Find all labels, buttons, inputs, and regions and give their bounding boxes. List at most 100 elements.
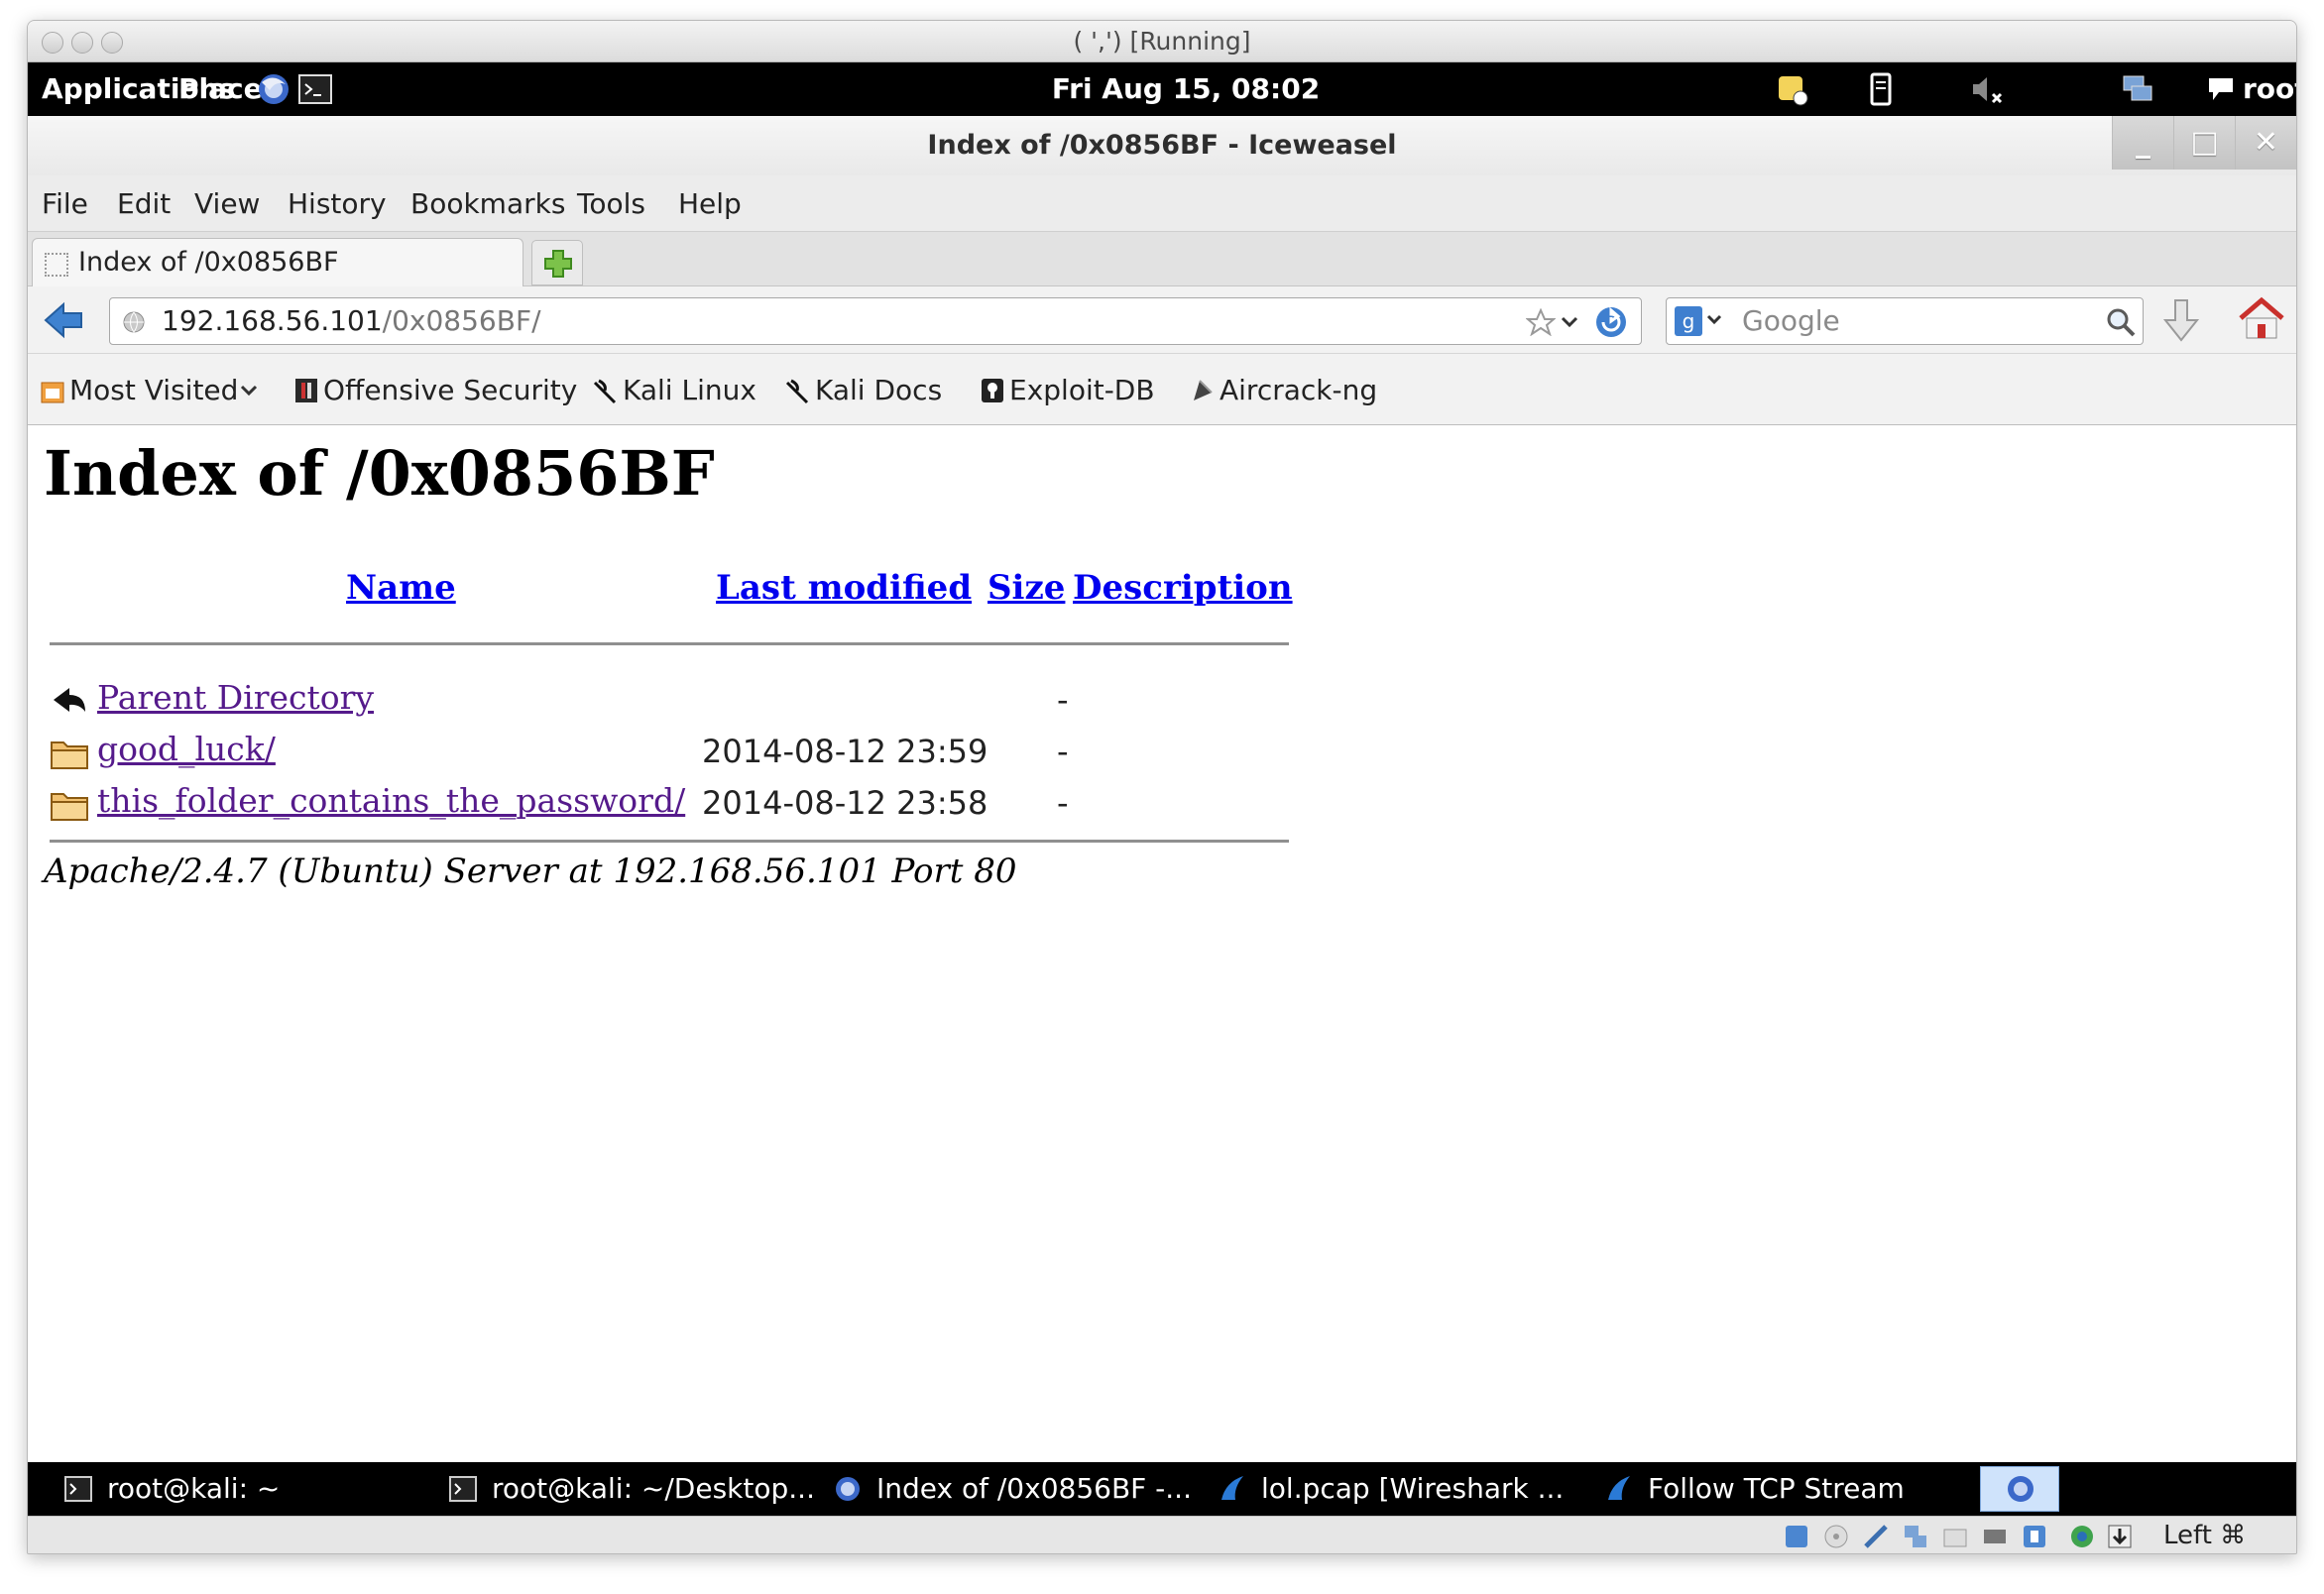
terminal-icon (64, 1476, 92, 1502)
menu-bar: File Edit View History Bookmarks Tools H… (28, 175, 2296, 231)
bookmark-offensive-security[interactable]: Offensive Security (293, 374, 577, 406)
chat-icon[interactable] (2205, 72, 2237, 106)
network-icon[interactable] (2120, 72, 2155, 106)
column-header-size[interactable]: Size (988, 568, 1065, 608)
terminal-launcher-icon[interactable] (297, 72, 333, 106)
optical-drive-icon[interactable] (1822, 1523, 1850, 1550)
menu-history[interactable]: History (288, 187, 387, 220)
search-engine-google-icon[interactable]: g (1673, 304, 1724, 338)
taskbar-item-terminal-home[interactable]: root@kali: ~ (63, 1462, 280, 1516)
menu-edit[interactable]: Edit (117, 187, 171, 220)
search-icon[interactable] (2105, 306, 2137, 338)
table-row-good-luck-link[interactable]: good_luck/ (97, 730, 276, 768)
new-tab-button[interactable] (531, 240, 583, 285)
table-row-modified: 2014-08-12 23:58 (702, 784, 988, 822)
bookmark-exploit-db[interactable]: Exploit-DB (980, 374, 1155, 406)
zoom-traffic-light[interactable] (101, 32, 123, 54)
table-row-password-folder-link[interactable]: this_folder_contains_the_password/ (97, 781, 685, 820)
column-header-description[interactable]: Description (1073, 568, 1293, 608)
iceweasel-icon (836, 1477, 860, 1501)
back-arrow-icon[interactable] (42, 300, 85, 340)
taskbar-label: Index of /0x0856BF -... (876, 1472, 1192, 1505)
bookmark-label: Aircrack-ng (1220, 374, 1378, 406)
offsec-icon (295, 378, 317, 402)
menu-help[interactable]: Help (678, 187, 742, 220)
capture-icon[interactable] (2021, 1523, 2048, 1550)
exploitdb-icon (982, 378, 1003, 402)
menu-file[interactable]: File (42, 187, 88, 220)
mouse-integration-icon[interactable] (2106, 1523, 2134, 1550)
browser-titlebar: Index of /0x0856BF - Iceweasel _ □ ✕ (28, 116, 2296, 175)
display-icon[interactable] (1981, 1523, 2009, 1550)
taskbar-item-follow-tcp-stream[interactable]: Follow TCP Stream (1604, 1462, 1905, 1516)
taskbar-item-iceweasel[interactable]: Index of /0x0856BF -... (833, 1462, 1192, 1516)
user-menu[interactable]: root (2243, 62, 2296, 116)
network-adapter-icon[interactable] (1902, 1523, 1929, 1550)
tab-index[interactable]: Index of /0x0856BF (32, 238, 523, 288)
tab-strip: Index of /0x0856BF (28, 231, 2296, 288)
table-rule-top (50, 642, 1289, 645)
aircrack-icon (1194, 379, 1213, 400)
guest-additions-icon[interactable] (2068, 1523, 2096, 1550)
folder-icon (51, 741, 88, 769)
iceweasel-icon (2008, 1476, 2034, 1502)
hard-disk-icon[interactable] (1783, 1523, 1810, 1550)
bookmark-aircrack-ng[interactable]: Aircrack-ng (1190, 374, 1377, 406)
search-input[interactable]: g Google (1666, 297, 2144, 345)
reload-icon[interactable] (1593, 304, 1629, 340)
maximize-button[interactable]: □ (2173, 116, 2235, 170)
globe-icon[interactable] (122, 310, 146, 334)
taskbar-item-terminal-desktop[interactable]: root@kali: ~/Desktop... (448, 1462, 815, 1516)
chevron-down-icon (241, 385, 258, 396)
blank-page-icon (45, 253, 68, 277)
table-row-size: - (1057, 784, 1069, 822)
table-rule-bottom (50, 840, 1289, 843)
minimize-traffic-light[interactable] (71, 32, 93, 54)
clipboard-icon[interactable] (1864, 72, 1900, 106)
most-visited-icon (41, 382, 64, 402)
shared-folder-icon[interactable] (1941, 1523, 1969, 1550)
page-content: Index of /0x0856BF Name Last modified Si… (28, 425, 2296, 1442)
bookmark-label: Kali Docs (815, 374, 943, 406)
gnome-taskbar: root@kali: ~ root@kali: ~/Desktop... Ind… (28, 1462, 2296, 1516)
url-bar[interactable]: 192.168.56.101/0x0856BF/ (109, 297, 1642, 345)
bookmark-kali-docs[interactable]: Kali Docs (785, 374, 942, 406)
navigation-toolbar: 192.168.56.101/0x0856BF/ g Google (28, 286, 2296, 354)
menu-view[interactable]: View (194, 187, 260, 220)
kali-icon (593, 379, 617, 403)
iceweasel-launcher-icon[interactable] (256, 72, 291, 106)
bookmark-most-visited[interactable]: Most Visited (40, 374, 260, 406)
url-host: 192.168.56.101 (162, 304, 383, 337)
taskbar-label: Follow TCP Stream (1648, 1472, 1905, 1505)
bookmark-kali-linux[interactable]: Kali Linux (593, 374, 756, 406)
column-header-last-modified[interactable]: Last modified (716, 568, 972, 608)
vbox-status-bar: Left ⌘ (28, 1516, 2296, 1553)
close-button[interactable]: ✕ (2235, 116, 2296, 170)
table-row-size: - (1057, 681, 1069, 719)
page-title: Index of /0x0856BF (44, 437, 715, 510)
url-path: /0x0856BF/ (382, 304, 541, 337)
table-row-parent-directory-link[interactable]: Parent Directory (97, 678, 374, 717)
tab-title: Index of /0x0856BF (78, 247, 339, 278)
bookmarks-toolbar: Most Visited Offensive Security Kali Lin… (28, 354, 2296, 425)
column-header-name[interactable]: Name (346, 568, 456, 608)
home-icon[interactable] (2237, 296, 2286, 342)
bookmark-label: Exploit-DB (1009, 374, 1155, 406)
usb-icon[interactable] (1862, 1523, 1890, 1550)
terminal-icon (449, 1476, 477, 1502)
close-traffic-light[interactable] (42, 32, 63, 54)
download-icon[interactable] (2161, 296, 2201, 344)
menu-tools[interactable]: Tools (577, 187, 645, 220)
menu-bookmarks[interactable]: Bookmarks (410, 187, 565, 220)
minimize-button[interactable]: _ (2112, 116, 2173, 170)
volume-muted-icon[interactable] (1969, 72, 2005, 106)
bookmark-label: Most Visited (69, 374, 239, 406)
taskbar-item-wireshark[interactable]: lol.pcap [Wireshark ... (1218, 1462, 1564, 1516)
update-notifier-icon[interactable] (1775, 72, 1810, 106)
bookmark-star-icon[interactable] (1526, 308, 1556, 336)
chevron-down-icon[interactable] (1560, 312, 1579, 332)
panel-clock[interactable]: Fri Aug 15, 08:02 (1037, 62, 1335, 116)
window-controls: _ □ ✕ (2112, 116, 2296, 170)
workspace-switcher[interactable] (1980, 1466, 2059, 1512)
taskbar-label: root@kali: ~ (107, 1472, 281, 1505)
